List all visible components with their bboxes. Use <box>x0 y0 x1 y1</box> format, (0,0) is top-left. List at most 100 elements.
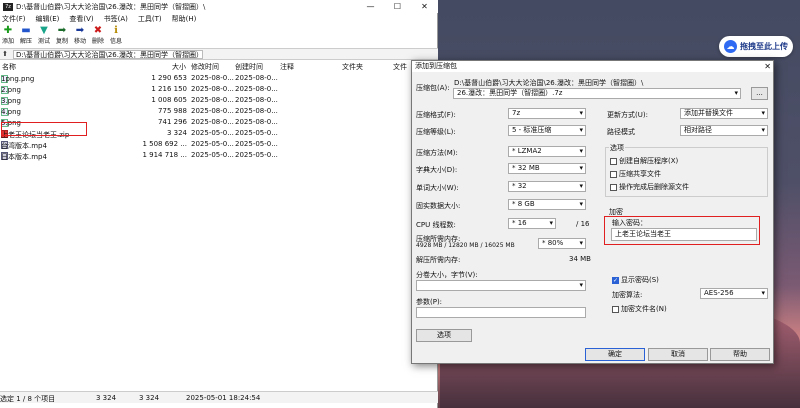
menu-bookmarks[interactable]: 书签(A) <box>104 14 128 24</box>
method-select[interactable]: * LZMA2 <box>508 146 586 157</box>
extract-icon: ▬ <box>21 25 31 36</box>
file-modified: 2025-08-0... <box>191 96 234 104</box>
file-name: 2.png <box>1 86 22 94</box>
file-size: 741 296 <box>158 118 187 126</box>
toolbar-test-button[interactable]: ▼ 测试 <box>37 25 51 47</box>
cloud-upload-button[interactable]: ☁ 拖拽至此上传 <box>719 36 793 57</box>
split-label: 分卷大小，字节(V): <box>416 271 478 279</box>
options-button[interactable]: 选项 <box>416 329 472 342</box>
info-icon: ℹ <box>114 25 118 36</box>
enc-method-label: 加密算法: <box>612 291 643 299</box>
col-files[interactable]: 文件 <box>393 62 407 72</box>
file-size: 3 324 <box>166 129 187 137</box>
minimize-button[interactable]: — <box>357 0 384 13</box>
params-input[interactable] <box>416 307 586 318</box>
dict-label: 字典大小(D): <box>416 166 458 174</box>
encrypt-names-checkbox[interactable]: 加密文件名(N) <box>612 304 667 314</box>
file-size: 775 988 <box>158 107 187 115</box>
file-row[interactable]: 4.png 775 988 2025-08-0... 2025-08-0... <box>0 106 438 117</box>
col-name[interactable]: 名称 <box>2 62 16 72</box>
move-icon: ➡ <box>75 25 85 36</box>
sfx-checkbox[interactable]: 创建自解压程序(X) <box>610 156 678 166</box>
memory-select[interactable]: * 80% <box>538 238 586 249</box>
split-select[interactable] <box>416 280 586 291</box>
file-row[interactable]: 1png.png 1 290 653 2025-08-0... 2025-08-0..… <box>0 73 438 84</box>
toolbar-info-button[interactable]: ℹ 信息 <box>109 25 123 47</box>
menu-help[interactable]: 帮助(H) <box>172 14 197 24</box>
status-packed-size: 3 324 <box>139 394 160 402</box>
menu-tools[interactable]: 工具(T) <box>138 14 162 24</box>
solid-select[interactable]: * 8 GB <box>508 199 586 210</box>
file-name: 3.png <box>1 97 22 105</box>
menu-file[interactable]: 文件(F) <box>2 14 26 24</box>
ok-button[interactable]: 确定 <box>585 348 645 361</box>
file-modified: 2025-08-0... <box>191 118 234 126</box>
archive-label: 压缩包(A): <box>416 84 450 92</box>
file-name: 4.png <box>1 108 22 116</box>
format-select[interactable]: 7z <box>508 108 586 119</box>
file-created: 2025-08-0... <box>235 74 278 82</box>
delete-after-box[interactable] <box>610 183 617 191</box>
title-bar: 7z D:\基督山伯爵\习大大论治国\26.瀑改：黑田同学（智摺圈）\ — ☐ … <box>0 0 438 13</box>
word-select[interactable]: * 32 <box>508 181 586 192</box>
col-folders[interactable]: 文件夹 <box>342 62 363 72</box>
file-size: 1 914 718 ... <box>142 151 187 159</box>
file-row[interactable]: 2.png 1 216 150 2025-08-0... 2025-08-0... <box>0 84 438 95</box>
up-folder-icon[interactable]: ⬆ <box>0 50 10 58</box>
status-size: 3 324 <box>96 394 117 402</box>
sfx-label: 创建自解压程序(X) <box>619 157 679 165</box>
enc-method-select[interactable]: AES-256 <box>700 288 768 299</box>
show-password-check-icon[interactable]: ✓ <box>612 276 619 284</box>
toolbar-add-button[interactable]: ✚ 添加 <box>1 25 15 47</box>
show-password-checkbox[interactable]: ✓ 显示密码(S) <box>612 275 659 285</box>
delete-after-checkbox[interactable]: 操作完成后删除源文件 <box>610 182 689 192</box>
file-row[interactable]: 3.png 1 008 605 2025-08-0... 2025-08-0... <box>0 95 438 106</box>
dict-select[interactable]: * 32 MB <box>508 163 586 174</box>
add-to-archive-dialog: 添加到压缩包 ✕ 压缩包(A): D:\基督山伯爵\习大大论治国\26.瀑改：黑… <box>411 60 774 364</box>
file-name: 1png.png <box>1 75 35 83</box>
encrypt-names-box[interactable] <box>612 305 619 313</box>
col-created[interactable]: 创建时间 <box>235 62 263 72</box>
maximize-button[interactable]: ☐ <box>384 0 411 13</box>
update-select[interactable]: 添加并替换文件 <box>680 108 768 119</box>
help-button[interactable]: 帮助 <box>710 348 770 361</box>
toolbar-delete-button[interactable]: ✖ 删除 <box>91 25 105 47</box>
browse-button[interactable]: ... <box>751 87 768 100</box>
file-modified: 2025-05-0... <box>191 151 234 159</box>
menu-edit[interactable]: 编辑(E) <box>36 14 60 24</box>
file-created: 2025-05-0... <box>235 129 278 137</box>
solid-label: 固实数据大小: <box>416 202 461 210</box>
archive-name-combo[interactable]: 26.瀑改：黑田同学（智摺圈）.7z <box>453 88 741 99</box>
toolbar-label: 解压 <box>19 38 32 45</box>
add-icon: ✚ <box>3 25 13 36</box>
cpu-select[interactable]: * 16 <box>508 218 556 229</box>
file-row[interactable]: 台湾版本.mp4 1 508 692 ... 2025-05-0... 2025-05… <box>0 139 438 150</box>
col-size[interactable]: 大小 <box>172 62 186 72</box>
cloud-icon: ☁ <box>724 40 737 53</box>
toolbar-move-button[interactable]: ➡ 移动 <box>73 25 87 47</box>
col-comment[interactable]: 注释 <box>280 62 294 72</box>
test-icon: ▼ <box>40 25 48 36</box>
toolbar-extract-button[interactable]: ▬ 解压 <box>19 25 33 47</box>
toolbar-label: 添加 <box>1 38 14 45</box>
dialog-close-icon[interactable]: ✕ <box>764 61 771 72</box>
col-modified[interactable]: 修改时间 <box>191 62 219 72</box>
pathmode-select[interactable]: 相对路径 <box>680 125 768 136</box>
sfx-box[interactable] <box>610 157 617 165</box>
address-path[interactable]: D:\基督山伯爵\习大大论治国\26.瀑改：黑田同学（智摺圈）\ <box>13 49 203 59</box>
toolbar-label: 复制 <box>55 38 68 45</box>
toolbar-label: 测试 <box>37 38 50 45</box>
level-select[interactable]: 5 - 标准压缩 <box>508 125 586 136</box>
close-button[interactable]: ✕ <box>411 0 438 13</box>
toolbar-copy-button[interactable]: ➡ 复制 <box>55 25 69 47</box>
archive-path: D:\基督山伯爵\习大大论治国\26.瀑改：黑田同学（智摺圈）\ <box>454 79 644 87</box>
show-password-label: 显示密码(S) <box>621 276 659 284</box>
menu-view[interactable]: 查看(V) <box>69 14 93 24</box>
file-row[interactable]: 日本版本.mp4 1 914 718 ... 2025-05-0... 2025-05… <box>0 150 438 161</box>
encrypt-names-label: 加密文件名(N) <box>621 305 667 313</box>
shared-checkbox[interactable]: 压缩共享文件 <box>610 169 661 179</box>
shared-box[interactable] <box>610 170 617 178</box>
cancel-button[interactable]: 取消 <box>648 348 708 361</box>
file-created: 2025-08-0... <box>235 96 278 104</box>
toolbar: ✚ 添加 ▬ 解压 ▼ 测试 ➡ 复制 ➡ 移动 ✖ 删除 ℹ 信息 <box>0 25 123 47</box>
